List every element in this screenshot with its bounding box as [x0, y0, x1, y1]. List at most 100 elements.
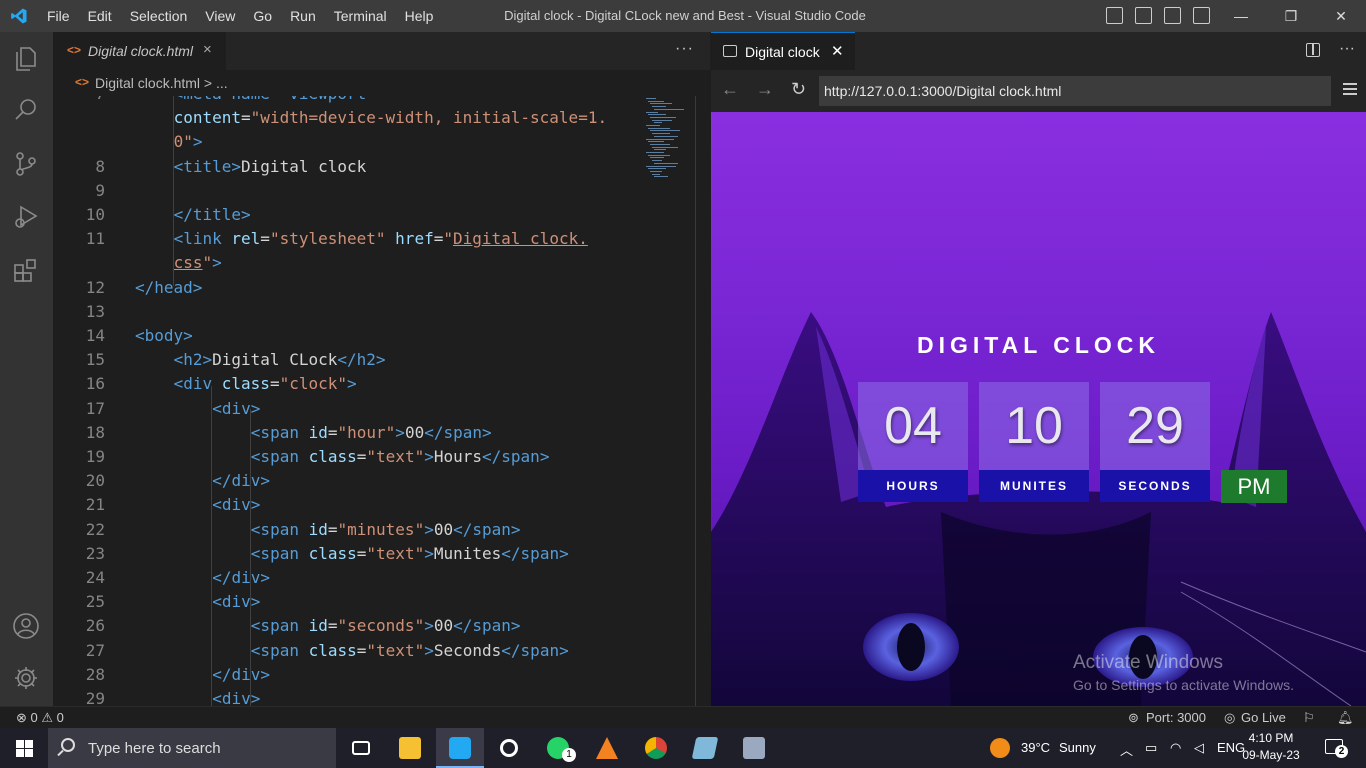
extensions-icon[interactable]: [12, 256, 40, 284]
settings-taskbar-icon[interactable]: [485, 728, 533, 768]
code-line[interactable]: 0">: [53, 130, 643, 154]
customize-layout-icon[interactable]: [1193, 7, 1210, 24]
code-line[interactable]: 29 <div>: [53, 687, 643, 706]
action-center-icon[interactable]: 2: [1325, 739, 1348, 758]
code-line[interactable]: 20 </div>: [53, 469, 643, 493]
restore-button[interactable]: ❐: [1266, 0, 1316, 32]
close-preview-tab-icon[interactable]: ✕: [831, 42, 844, 60]
line-number: 14: [85, 326, 105, 345]
minimap[interactable]: [643, 96, 695, 706]
vlc-icon[interactable]: [583, 728, 631, 768]
line-number: 11: [85, 229, 105, 249]
code-line[interactable]: 26 <span id="seconds">00</span>: [53, 614, 643, 638]
run-debug-icon[interactable]: [12, 202, 40, 230]
accounts-icon[interactable]: [12, 612, 40, 640]
menu-edit[interactable]: Edit: [79, 0, 121, 32]
toggle-primary-sidebar-icon[interactable]: [1106, 7, 1123, 24]
split-editor-icon[interactable]: [1306, 43, 1320, 57]
notepad-icon[interactable]: [681, 728, 729, 768]
code-line[interactable]: 21 <div>: [53, 493, 643, 517]
code-line[interactable]: 17 <div>: [53, 397, 643, 421]
whatsapp-icon[interactable]: 1: [534, 728, 582, 768]
preview-more-actions-icon[interactable]: ···: [1339, 40, 1355, 58]
editor-more-actions-icon[interactable]: ···: [675, 40, 694, 58]
forward-arrow-icon[interactable]: →: [756, 79, 774, 100]
code-line[interactable]: 22 <span id="minutes">00</span>: [53, 518, 643, 542]
toggle-secondary-sidebar-icon[interactable]: [1164, 7, 1181, 24]
code-line[interactable]: 25 <div>: [53, 590, 643, 614]
url-input[interactable]: http://127.0.0.1:3000/Digital clock.html: [819, 76, 1331, 106]
line-number: 10: [85, 205, 105, 224]
editor-scrollbar[interactable]: [695, 96, 696, 706]
task-view-icon[interactable]: [337, 728, 385, 768]
control-panel-icon[interactable]: [730, 728, 778, 768]
vscode-taskbar-icon[interactable]: [436, 728, 484, 768]
taskbar-search-input[interactable]: Type here to search: [48, 728, 336, 768]
chrome-icon[interactable]: [632, 728, 680, 768]
browser-nav-bar: ← → ↻ http://127.0.0.1:3000/Digital cloc…: [711, 70, 1366, 112]
line-number: 15: [85, 350, 105, 370]
weather-temperature[interactable]: 39°C: [1021, 740, 1050, 755]
seconds-box: 29 SECONDS: [1100, 382, 1210, 502]
windows-start-icon[interactable]: [16, 740, 33, 757]
code-line[interactable]: css">: [53, 251, 643, 275]
code-line[interactable]: 16 <div class="clock">: [53, 372, 643, 396]
notifications-bell-icon[interactable]: 🔔︎: [1337, 710, 1354, 726]
browser-menu-icon[interactable]: [1343, 83, 1357, 95]
go-live-button[interactable]: Go Live: [1241, 710, 1286, 725]
menu-terminal[interactable]: Terminal: [325, 0, 396, 32]
code-line[interactable]: 8 <title>Digital clock: [53, 155, 643, 179]
menu-help[interactable]: Help: [396, 0, 443, 32]
problems-indicator[interactable]: ⊗ 0 ⚠ 0: [16, 710, 64, 726]
code-line[interactable]: 18 <span id="hour">00</span>: [53, 421, 643, 445]
code-line[interactable]: 15 <h2>Digital CLock</h2>: [53, 348, 643, 372]
seconds-label: SECONDS: [1100, 470, 1210, 502]
menu-selection[interactable]: Selection: [121, 0, 197, 32]
battery-icon[interactable]: ▭: [1145, 740, 1157, 756]
code-line[interactable]: 23 <span class="text">Munites</span>: [53, 542, 643, 566]
weather-condition[interactable]: Sunny: [1059, 740, 1096, 755]
code-line[interactable]: content="width=device-width, initial-sca…: [53, 106, 643, 130]
back-arrow-icon[interactable]: ←: [721, 79, 739, 100]
code-text: <span id="minutes">00</span>: [250, 519, 521, 539]
code-line[interactable]: 14 <body>: [53, 324, 643, 348]
code-line[interactable]: 11 <link rel="stylesheet" href="Digital c…: [53, 227, 643, 251]
settings-gear-icon[interactable]: [12, 664, 40, 692]
search-icon[interactable]: [12, 96, 40, 124]
breadcrumb-path[interactable]: Digital clock.html > ...: [95, 75, 228, 91]
toggle-panel-icon[interactable]: [1135, 7, 1152, 24]
feedback-icon[interactable]: ⚐: [1303, 710, 1315, 726]
tab-label: Digital clock.html: [88, 43, 194, 59]
code-line[interactable]: 13: [53, 300, 643, 324]
code-line[interactable]: 10 </title>: [53, 203, 643, 227]
minimap-line: [650, 170, 662, 172]
code-line[interactable]: 28 </div>: [53, 663, 643, 687]
code-line[interactable]: 24 </div>: [53, 566, 643, 590]
port-status[interactable]: Port: 3000: [1146, 710, 1206, 725]
reload-icon[interactable]: ↻: [791, 79, 806, 100]
code-line[interactable]: 9: [53, 179, 643, 203]
explorer-icon[interactable]: [12, 44, 40, 72]
file-explorer-icon[interactable]: [386, 728, 434, 768]
show-hidden-icons-chevron-up-icon[interactable]: ︿: [1120, 740, 1133, 759]
close-window-button[interactable]: ✕: [1316, 0, 1366, 32]
code-editor[interactable]: 7 <meta name="viewport" content="width=dev…: [53, 96, 643, 706]
system-clock[interactable]: 4:10 PM 09-May-23: [1240, 730, 1302, 764]
line-number: 20: [85, 471, 105, 491]
menu-file[interactable]: File: [38, 0, 79, 32]
minimize-button[interactable]: —: [1216, 0, 1266, 32]
code-line[interactable]: 7 <meta name="viewport": [53, 96, 643, 106]
tab-digital-clock-preview[interactable]: Digital clock ✕: [711, 32, 855, 70]
menu-run[interactable]: Run: [281, 0, 325, 32]
minutes-value: 10: [979, 382, 1089, 470]
source-control-icon[interactable]: [12, 150, 40, 178]
menu-go[interactable]: Go: [244, 0, 281, 32]
code-line[interactable]: 19 <span class="text">Hours</span>: [53, 445, 643, 469]
tab-digital-clock-html[interactable]: <> Digital clock.html ×: [53, 32, 226, 70]
code-line[interactable]: 27 <span class="text">Seconds</span>: [53, 639, 643, 663]
code-line[interactable]: 12 </head>: [53, 276, 643, 300]
wifi-icon[interactable]: ◠: [1170, 740, 1181, 756]
menu-view[interactable]: View: [196, 0, 244, 32]
volume-icon[interactable]: ◁: [1194, 740, 1204, 756]
close-tab-icon[interactable]: ×: [203, 41, 212, 58]
